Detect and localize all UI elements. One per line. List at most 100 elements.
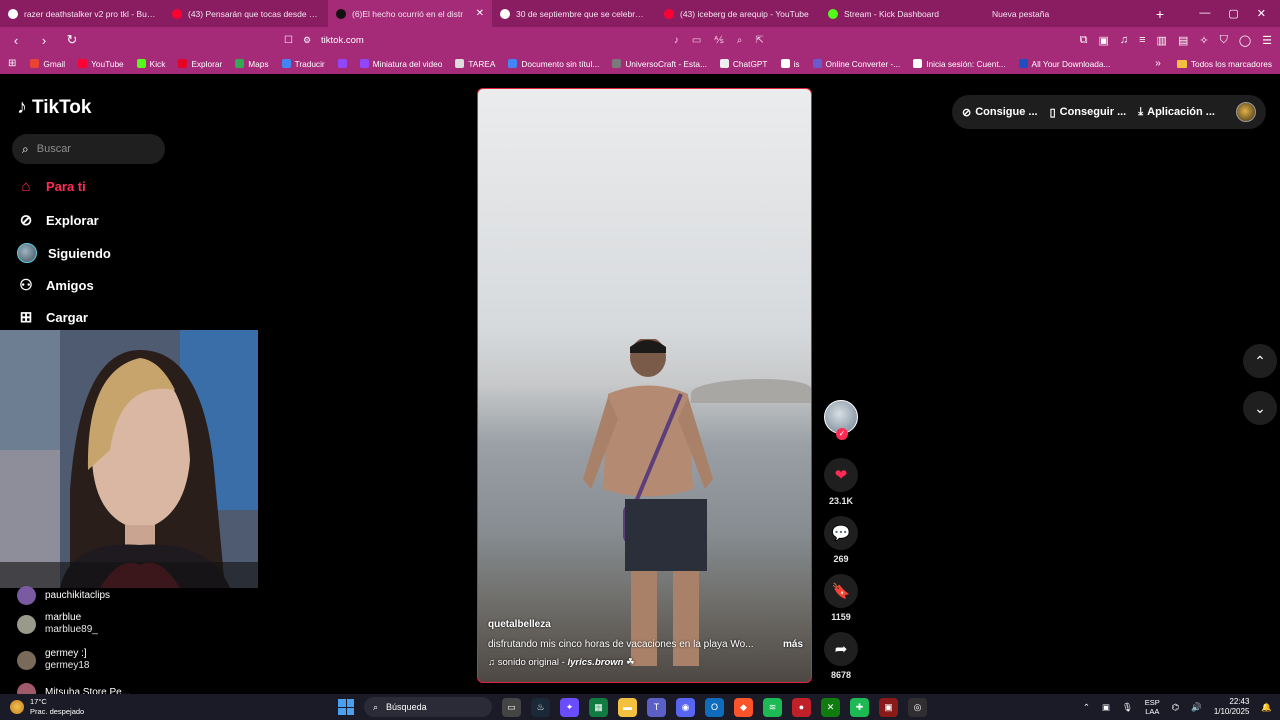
follow-plus-icon[interactable]: ✓ [836, 428, 848, 440]
save-button[interactable]: 🔖 [824, 574, 858, 608]
sheets-icon[interactable]: ▦ [589, 697, 608, 717]
forward-icon[interactable]: › [36, 33, 52, 48]
puzzle-icon[interactable]: ⧉ [1080, 34, 1088, 47]
next-video-button[interactable]: ⌄ [1243, 391, 1277, 425]
app-icon[interactable]: ▣ [879, 697, 898, 717]
bookmark-item[interactable]: Inicia sesión: Cuent... [913, 59, 1006, 69]
download-app-button[interactable]: ⤓ Aplicación ... [1138, 106, 1215, 119]
leo-icon[interactable]: ✧ [1199, 34, 1208, 47]
tab-search-icon[interactable]: ▣ [1098, 34, 1108, 47]
like-button[interactable]: ❤ [824, 458, 858, 492]
cast-icon[interactable]: ▭ [692, 35, 701, 46]
mic-icon[interactable]: 🎙 [1122, 702, 1133, 713]
obs-icon[interactable]: ◎ [908, 697, 927, 717]
nav-cargar[interactable]: ⊞ Cargar [17, 308, 88, 326]
following-item[interactable]: germey :] germey18 [17, 648, 89, 672]
creator-avatar[interactable]: ✓ [824, 400, 858, 440]
tiktok-logo[interactable]: ♪ TikTok [17, 96, 91, 119]
url-text[interactable]: tiktok.com [321, 35, 364, 46]
bookmark-item[interactable]: TAREA [455, 59, 495, 69]
language-indicator[interactable]: ESP LAA [1145, 698, 1160, 716]
video-player[interactable]: quetalbelleza disfrutando mis cinco hora… [477, 88, 812, 683]
browser-tab[interactable]: (43) Pensarán que tocas desde hace [164, 0, 328, 27]
bookmark-item[interactable]: Kick [136, 59, 165, 69]
teams-icon[interactable]: T [647, 697, 666, 717]
bookmark-item[interactable]: is [780, 59, 800, 69]
address-bar[interactable]: ☐ ⚙ tiktok.com ♪ ▭ ⅍ ⌕ ⇱ [284, 35, 824, 46]
previous-video-button[interactable]: ⌃ [1243, 344, 1277, 378]
minimize-icon[interactable]: — [1199, 7, 1210, 20]
nav-amigos[interactable]: ⚇ Amigos [17, 276, 93, 294]
steam-icon[interactable]: ♨ [531, 697, 550, 717]
get-coins-button[interactable]: ⊘ Consigue ... [962, 106, 1038, 119]
bookmarks-overflow-icon[interactable]: » [1155, 58, 1161, 69]
video-more-link[interactable]: más [783, 639, 803, 650]
reload-icon[interactable]: ↻ [64, 32, 80, 48]
outlook-icon[interactable]: O [705, 697, 724, 717]
browser-tab[interactable]: (6)El hecho ocurrió en el distr ✕ [328, 0, 492, 27]
xbox-icon[interactable]: ✕ [821, 697, 840, 717]
notification-icon[interactable]: 🔔 [1261, 702, 1272, 713]
zoom-icon[interactable]: ⌕ [737, 35, 743, 46]
bookmark-item[interactable]: Online Converter -... [812, 59, 900, 69]
task-view-icon[interactable]: ▭ [502, 697, 521, 717]
bookmark-item[interactable]: Maps [235, 59, 269, 69]
video-sound[interactable]: ♫ sonido original - lyrics.brown ☘ [488, 657, 635, 668]
clock[interactable]: 22:43 1/10/2025 [1214, 697, 1250, 717]
discord-icon[interactable]: ◉ [676, 697, 695, 717]
volume-icon[interactable]: 🔊 [1191, 702, 1202, 713]
get-app-button[interactable]: ▯ Conseguir ... [1050, 106, 1127, 119]
music-icon[interactable]: ♫ [1120, 34, 1128, 47]
bookmark-item[interactable]: Traducir [281, 59, 325, 69]
profile-icon[interactable]: ◯ [1239, 34, 1251, 47]
bookmark-item[interactable]: ChatGPT [719, 59, 768, 69]
windows-start-icon[interactable] [338, 699, 354, 715]
all-bookmarks-folder[interactable]: Todos los marcadores [1176, 59, 1272, 69]
browser-tab[interactable]: (43) iceberg de arequip - YouTube [656, 0, 820, 27]
bookmark-item[interactable]: All Your Downloada... [1018, 59, 1110, 69]
taskbar-search[interactable]: ⌕ Búsqueda [364, 697, 492, 717]
close-tab-icon[interactable]: ✕ [476, 8, 484, 19]
video-author[interactable]: quetalbelleza [488, 619, 551, 630]
network-icon[interactable]: ⌬ [1172, 702, 1179, 713]
browser-tab[interactable]: 30 de septiembre que se celebra - B [492, 0, 656, 27]
chevron-up-icon[interactable]: ⌃ [1083, 702, 1090, 713]
new-tab-button[interactable]: + [1148, 6, 1172, 22]
sidebar-icon[interactable]: ▥ [1157, 34, 1167, 47]
app-icon[interactable]: ● [792, 697, 811, 717]
weather-widget[interactable]: 17°C Prac. despejado [10, 697, 84, 717]
folder-icon[interactable]: ▬ [618, 697, 637, 717]
nav-para-ti[interactable]: ⌂ Para ti [17, 178, 85, 195]
search-input[interactable] [36, 143, 147, 155]
share-button[interactable]: ➦ [824, 632, 858, 666]
bookmark-item[interactable]: UniversoCraft - Esta... [612, 59, 707, 69]
app-icon[interactable]: ✚ [850, 697, 869, 717]
browser-tab[interactable]: Stream - Kick Dashboard [820, 0, 984, 27]
following-item[interactable]: marblue marblue89_ [17, 612, 98, 636]
nav-siguiendo[interactable]: Siguiendo [17, 243, 111, 263]
translate-icon[interactable]: ⅍ [714, 35, 723, 46]
bookmark-item[interactable]: Gmail [30, 59, 65, 69]
close-icon[interactable]: ✕ [1257, 7, 1266, 20]
vpn-icon[interactable]: ⛉ [1220, 34, 1228, 47]
bookmark-item[interactable]: YouTube [78, 59, 124, 69]
following-item[interactable]: pauchikitaclips [17, 586, 110, 605]
copilot-icon[interactable]: ✦ [560, 697, 579, 717]
browser-tab[interactable]: Nueva pestaña [984, 0, 1148, 27]
bookmark-star-icon[interactable]: ☐ [284, 35, 293, 46]
site-info-icon[interactable]: ⚙ [303, 35, 311, 46]
reading-list-icon[interactable]: ≡ [1139, 34, 1145, 47]
back-icon[interactable]: ‹ [8, 33, 24, 48]
wallet-icon[interactable]: ▤ [1178, 34, 1188, 47]
browser-tab[interactable]: razer deathstalker v2 pro tkl - Busca [0, 0, 164, 27]
comment-button[interactable]: 💬 [824, 516, 858, 550]
brave-icon[interactable]: ◆ [734, 697, 753, 717]
tray-app-icon[interactable]: ▣ [1102, 702, 1110, 713]
share-icon[interactable]: ⇱ [755, 35, 763, 46]
spotify-icon[interactable]: ≋ [763, 697, 782, 717]
nav-explorar[interactable]: ⊘ Explorar [17, 211, 99, 229]
menu-icon[interactable]: ☰ [1262, 34, 1272, 47]
bookmark-item[interactable]: Documento sin títul... [508, 59, 599, 69]
search-box[interactable]: ⌕ [12, 134, 165, 164]
bookmark-item[interactable]: Explorar [178, 59, 222, 69]
